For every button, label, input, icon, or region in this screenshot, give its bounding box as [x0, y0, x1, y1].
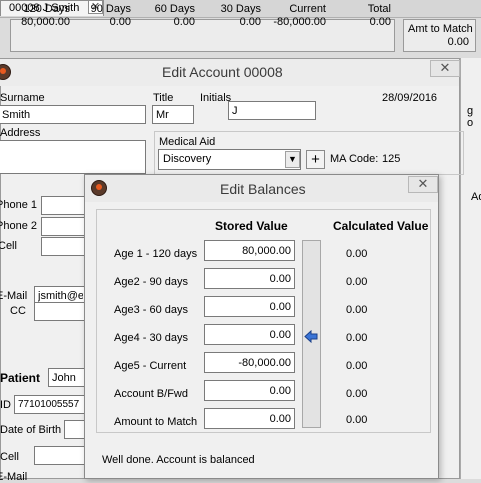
age1-calculated: 0.00	[346, 248, 368, 260]
stored-value-header: Stored Value	[215, 219, 288, 233]
medical-aid-label: Medical Aid	[159, 136, 216, 148]
amt-to-match-box: Amt to Match 0.00	[403, 19, 476, 52]
age2-label: Age2 - 90 days	[114, 276, 188, 288]
phone1-input[interactable]	[41, 196, 87, 215]
background-window-edge: g o Ad	[460, 58, 481, 479]
patient-label: Patient	[0, 371, 41, 385]
medical-aid-select[interactable]: Discovery	[158, 149, 301, 170]
cell-label: Cell	[0, 240, 17, 252]
ageing-col-90: 90 Days 0.00	[90, 3, 131, 28]
id-number-input[interactable]	[14, 395, 87, 414]
ageing-col-30: 30 Days 0.00	[220, 3, 261, 28]
add-medical-aid-button[interactable]: +	[306, 150, 325, 169]
account-bfwd-calculated: 0.00	[346, 388, 368, 400]
cell-input[interactable]	[41, 237, 87, 256]
age5-stored-input[interactable]	[204, 352, 295, 373]
title-label: Title	[153, 92, 174, 104]
age4-calculated: 0.00	[346, 332, 368, 344]
ageing-col-current: Current -80,000.00	[273, 3, 326, 28]
age1-label: Age 1 - 120 days	[114, 248, 198, 260]
phone2-label: Phone 2	[0, 220, 37, 232]
age5-label: Age5 - Current	[114, 360, 187, 372]
edit-balances-close-icon[interactable]: ✕	[408, 176, 438, 193]
arrow-left-icon	[304, 330, 318, 343]
chevron-down-icon[interactable]: ▼	[285, 151, 300, 168]
edit-balances-title: Edit Balances	[220, 181, 306, 197]
patient-cell-input[interactable]	[34, 446, 87, 465]
dob-label: Date of Birth	[0, 424, 62, 436]
edit-account-title: Edit Account 00008	[162, 64, 283, 80]
phone2-input[interactable]	[41, 217, 87, 236]
title-input[interactable]	[152, 105, 194, 124]
age5-calculated: 0.00	[346, 360, 368, 372]
ma-code-value: 125	[382, 153, 401, 165]
edit-account-close-icon[interactable]: ✕	[430, 60, 460, 77]
account-bfwd-stored-input[interactable]	[204, 380, 295, 401]
amount-to-match-calculated: 0.00	[346, 414, 368, 426]
phone1-label: Phone 1	[0, 199, 37, 211]
patient-cell-label: Cell	[0, 451, 19, 463]
account-date: 28/09/2016	[382, 92, 438, 104]
ageing-col-60: 60 Days 0.00	[154, 3, 195, 28]
surname-label: Surname	[0, 92, 45, 104]
id-label: ID	[0, 399, 11, 411]
surname-input[interactable]	[0, 105, 146, 124]
email-label: E-Mail	[0, 290, 28, 302]
balance-status-message: Well done. Account is balanced	[102, 454, 255, 466]
ageing-col-120: 120 Days 80,000.00	[21, 3, 70, 28]
age2-stored-input[interactable]	[204, 268, 295, 289]
age3-stored-input[interactable]	[204, 296, 295, 317]
account-bfwd-label: Account B/Fwd	[114, 388, 188, 400]
amt-to-match-label: Amt to Match	[408, 23, 473, 35]
address-label: Address	[0, 127, 41, 139]
initials-label: Initials	[200, 92, 232, 104]
age3-calculated: 0.00	[346, 304, 368, 316]
ma-code-label: MA Code:	[330, 153, 379, 165]
age1-stored-input[interactable]	[204, 240, 295, 261]
age4-stored-input[interactable]	[204, 324, 295, 345]
address-textarea[interactable]	[0, 140, 146, 174]
amount-to-match-label: Amount to Match	[114, 416, 198, 428]
amount-to-match-stored-input[interactable]	[204, 408, 295, 429]
cc-input[interactable]	[34, 302, 87, 321]
age3-label: Age3 - 60 days	[114, 304, 188, 316]
age4-label: Age4 - 30 days	[114, 332, 188, 344]
cc-label: CC	[10, 305, 26, 317]
calculated-value-header: Calculated Value	[333, 219, 429, 233]
app-icon	[91, 180, 107, 196]
age2-calculated: 0.00	[346, 276, 368, 288]
background-text-2: Ad	[471, 191, 481, 203]
ageing-col-total: Total 0.00	[367, 3, 391, 28]
patient-email-label: E-Mail	[0, 471, 28, 483]
patient-name-input[interactable]	[48, 368, 87, 387]
amt-to-match-value: 0.00	[447, 36, 469, 48]
initials-input[interactable]	[228, 101, 316, 120]
background-text-1: g o	[467, 105, 474, 129]
